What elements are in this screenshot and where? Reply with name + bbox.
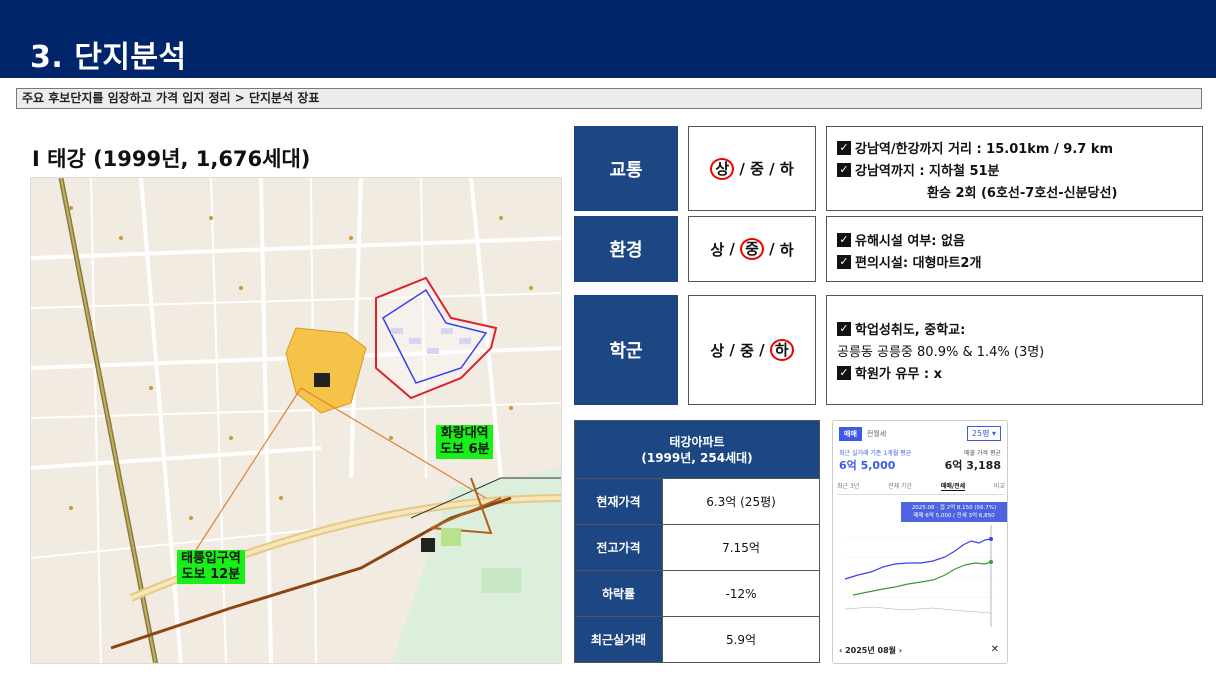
chevron-down-icon: ▾ [991,429,996,438]
checkbox-checked-icon: ✓ [837,140,851,155]
rating-option: 하 [779,240,794,259]
listing-avg-price: 6억 3,188 [944,459,1001,472]
size-dropdown[interactable]: 25평 ▾ [966,426,1001,441]
detail-item: ✓ 강남역까지 : 지하철 51분 [837,160,1192,179]
checkbox-checked-icon: ✓ [837,321,851,336]
apartment-name: 태강아파트 [669,434,725,449]
period-tabs: 최근 3년 전체 기간 매매/전세 비교 [837,481,1005,495]
table-header-cell: 태강아파트 (1999년, 254세대) [574,420,820,479]
table-row: 최근실거래 5.9억 [574,616,820,663]
apartment-info: (1999년, 254세대) [641,450,753,465]
rating-option: 중 [740,341,754,360]
detail-item: ✓ 편의시설: 대형마트2개 [837,252,1192,271]
location-map[interactable]: 화랑대역 도보 6분 태릉입구역 도보 12분 [30,177,562,664]
avg-trade-label: 최근 실거래 기준 1개월 평균 [839,450,912,457]
rating-option-selected: 하 [769,339,794,361]
table-header-row: 태강아파트 (1999년, 254세대) [574,420,820,479]
trade-type-tabs: 매매 전월세 [839,427,891,441]
price-table: 태강아파트 (1999년, 254세대) 현재가격 6.3억 (25평) 전고가… [574,420,820,663]
category-environment: 환경 [574,216,678,282]
tab-sale[interactable]: 매매 [839,427,862,441]
detail-item: 환승 2회 (6호선-7호선-신분당선) [927,186,1118,201]
station-name: 화랑대역 [440,426,489,441]
rating-separator: / [724,240,741,258]
station-walk-time: 도보 12분 [181,567,241,582]
category-school: 학군 [574,295,678,405]
table-row: 전고가격 7.15억 [574,524,820,571]
period-tab-active[interactable]: 매매/전세 [940,481,966,491]
checkbox-checked-icon: ✓ [837,232,851,247]
category-traffic: 교통 [574,126,678,211]
checkbox-checked-icon: ✓ [837,162,851,177]
rating-option: 중 [750,160,764,178]
details-traffic: ✓ 강남역/한강까지 거리 : 15.01km / 9.7 km ✓ 강남역까지 :… [826,126,1203,211]
close-icon[interactable]: ✕ [991,644,999,655]
row-label: 현재가격 [574,478,663,525]
chart-date-selector[interactable]: ‹ 2025년 08월 › [839,645,902,656]
detail-item: ✓ 강남역/한강까지 거리 : 15.01km / 9.7 km [837,138,1192,157]
subheader-bar: 주요 후보단지를 임장하고 가격 입지 정리 > 단지분석 장표 [16,88,1202,109]
rating-school: 상 / 중 / 하 [688,295,816,405]
rating-option-selected: 중 [740,238,764,260]
detail-item: ✓ 학원가 유무 : x [837,363,1192,382]
tab-lease[interactable]: 전월세 [862,427,891,441]
row-value: 6.3억 (25평) [662,478,820,525]
rating-separator: / [763,159,780,178]
lease-price-line [852,561,992,596]
listing-avg-label: 매물 가격 평균 [964,450,1001,457]
rating-environment: 상 / 중 / 하 [688,216,816,282]
sale-price-line [844,538,992,580]
checkbox-checked-icon: ✓ [837,365,851,380]
header-bar: 3. 단지분석 [0,0,1216,78]
row-label: 하락률 [574,570,663,617]
rating-option-selected: 상 [710,157,735,180]
rating-separator: / [753,341,770,359]
detail-item: 공릉동 공릉중 80.9% & 1.4% (3명) [837,345,1045,360]
station-name: 태릉입구역 [181,551,241,566]
price-history-chart [844,525,993,627]
station-label-hwarangdae: 화랑대역 도보 6분 [436,425,494,459]
rating-option: 상 [710,341,725,360]
rating-option: 상 [710,240,725,259]
chevron-left-icon[interactable]: ‹ [839,646,842,655]
table-row: 현재가격 6.3억 (25평) [574,478,820,525]
row-label: 전고가격 [574,524,663,571]
page-title: 3. 단지분석 [30,40,187,75]
rating-separator: / [734,159,751,178]
rating-option: 하 [779,160,794,178]
row-value: 5.9억 [662,616,820,663]
rating-separator: / [724,341,741,359]
details-school: ✓ 학업성취도, 중학교: 공릉동 공릉중 80.9% & 1.4% (3명) ✓… [826,295,1203,405]
station-walk-time: 도보 6분 [440,442,490,457]
row-label: 최근실거래 [574,616,663,663]
map-graphic [31,178,561,663]
rating-separator: / [763,240,780,258]
complex-title: I 태강 (1999년, 1,676세대) [32,147,311,171]
row-value: -12% [662,570,820,617]
chevron-right-icon[interactable]: › [899,646,902,655]
detail-item: ✓ 학업성취도, 중학교: [837,319,1192,338]
table-row: 하락률 -12% [574,570,820,617]
period-tab[interactable]: 비교 [994,481,1005,491]
rating-traffic: 상 / 중 / 하 [688,126,816,211]
station-label-taereung: 태릉입구역 도보 12분 [177,550,245,584]
price-chart-widget: 매매 전월세 25평 ▾ 최근 실거래 기준 1개월 평균 매물 가격 평균 6… [832,420,1008,664]
row-value: 7.15억 [662,524,820,571]
detail-item: ✓ 유해시설 여부: 없음 [837,230,1192,249]
details-environment: ✓ 유해시설 여부: 없음 ✓ 편의시설: 대형마트2개 [826,216,1203,282]
checkbox-checked-icon: ✓ [837,254,851,269]
period-tab[interactable]: 전체 기간 [888,481,912,491]
period-tab[interactable]: 최근 3년 [837,481,859,491]
avg-trade-price: 6억 5,000 [839,459,896,472]
